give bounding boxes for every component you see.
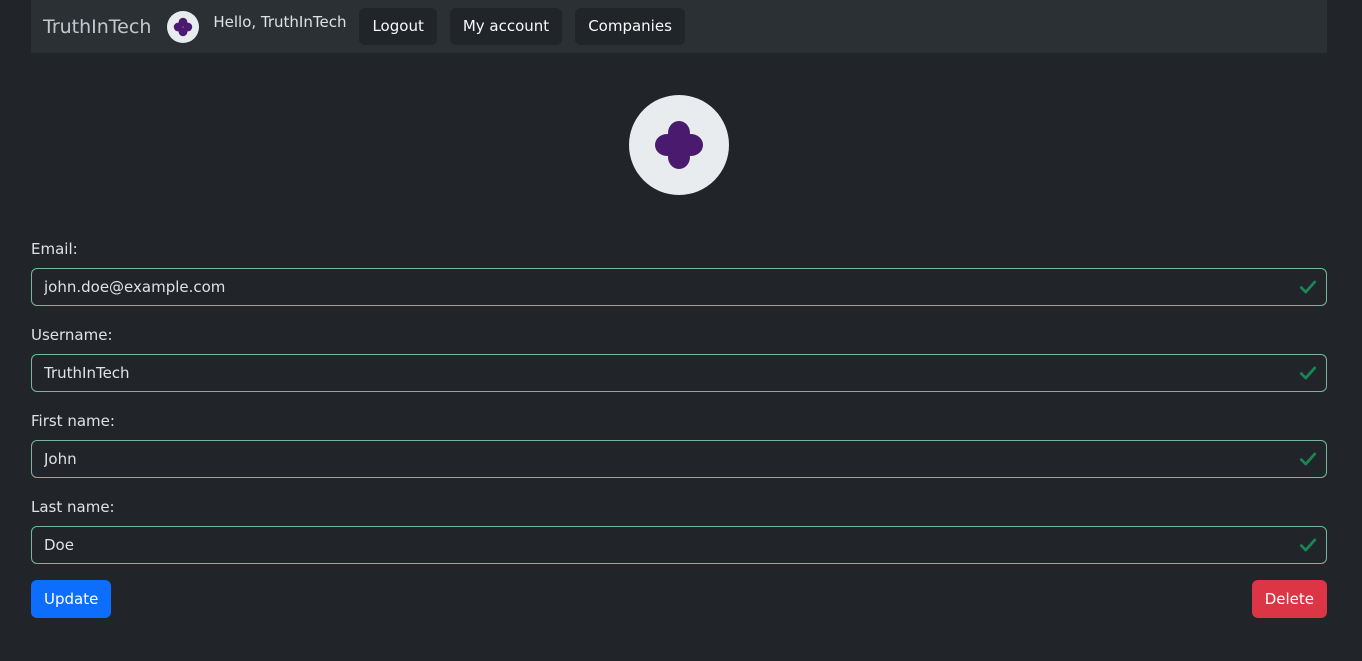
email-input[interactable] [31, 268, 1327, 306]
account-form: Email: Username: First name: Last name: [31, 238, 1327, 582]
navbar: TruthInTech Hello, TruthInTech Logout My… [31, 0, 1327, 53]
delete-button[interactable]: Delete [1251, 580, 1327, 618]
companies-button[interactable]: Companies [575, 8, 685, 45]
update-button[interactable]: Update [31, 580, 112, 618]
user-avatar [167, 10, 200, 43]
email-label: Email: [31, 240, 78, 258]
firstname-label: First name: [31, 412, 115, 430]
firstname-input[interactable] [31, 440, 1327, 478]
username-field-group: Username: [31, 324, 1327, 392]
page-container: TruthInTech Hello, TruthInTech Logout My… [31, 0, 1327, 618]
valid-check-icon [1299, 280, 1317, 294]
valid-check-icon [1299, 452, 1317, 466]
logout-button[interactable]: Logout [359, 8, 437, 45]
valid-check-icon [1299, 538, 1317, 552]
email-field-group: Email: [31, 238, 1327, 306]
greeting-text: Hello, TruthInTech [213, 12, 347, 31]
my-account-button[interactable]: My account [449, 8, 563, 45]
lastname-field-group: Last name: [31, 496, 1327, 564]
lastname-label: Last name: [31, 498, 115, 516]
flower-avatar-icon [174, 17, 193, 36]
username-label: Username: [31, 326, 113, 344]
flower-avatar-icon [655, 121, 703, 169]
lastname-input[interactable] [31, 526, 1327, 564]
username-input[interactable] [31, 354, 1327, 392]
brand-link[interactable]: TruthInTech [43, 16, 151, 38]
valid-check-icon [1299, 366, 1317, 380]
form-actions: Update Delete [31, 580, 1327, 618]
firstname-field-group: First name: [31, 410, 1327, 478]
profile-avatar [629, 95, 729, 195]
